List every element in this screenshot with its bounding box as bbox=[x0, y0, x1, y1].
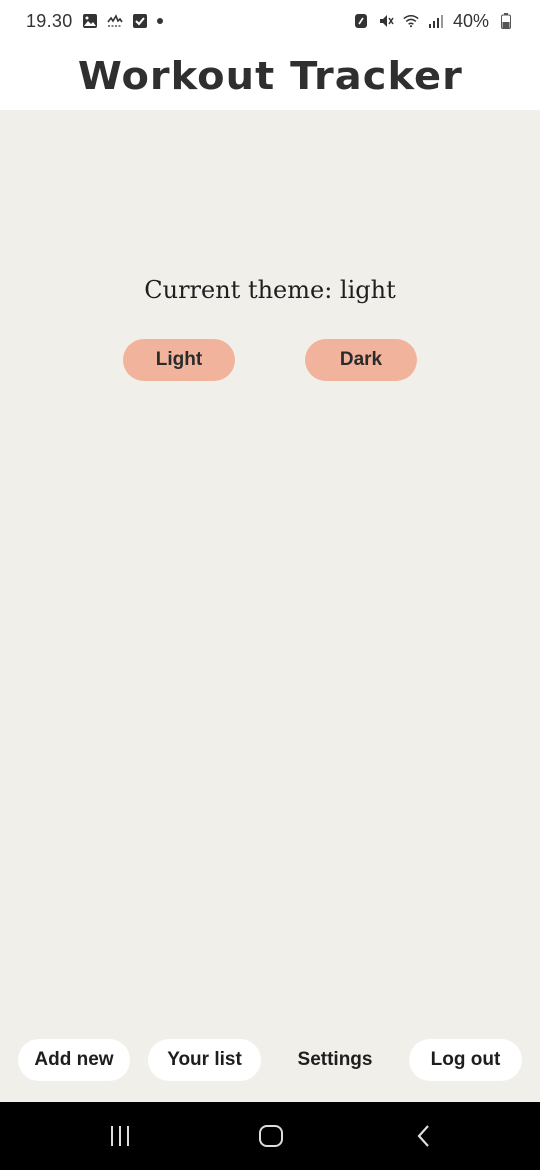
bottom-nav: Add new Your list Settings Log out bbox=[0, 1039, 540, 1082]
settings-page: Current theme: light Light Dark bbox=[0, 110, 540, 1102]
recent-apps-icon[interactable] bbox=[104, 1122, 136, 1150]
dark-theme-button[interactable]: Dark bbox=[305, 339, 417, 381]
current-theme-label: Current theme: light bbox=[144, 276, 396, 304]
image-icon bbox=[82, 13, 98, 29]
nfc-icon bbox=[353, 13, 369, 29]
app-header: Workout Tracker bbox=[0, 42, 540, 110]
notification-dot-icon bbox=[156, 18, 163, 24]
status-time: 19.30 bbox=[26, 10, 73, 31]
system-nav-bar bbox=[0, 1102, 540, 1170]
back-icon[interactable] bbox=[408, 1122, 440, 1150]
status-left: 19.30 bbox=[26, 11, 163, 32]
wave-icon bbox=[106, 13, 123, 29]
wifi-icon bbox=[403, 13, 419, 29]
your-list-button[interactable]: Your list bbox=[148, 1039, 261, 1081]
home-icon[interactable] bbox=[255, 1122, 287, 1150]
checkbox-icon bbox=[132, 13, 148, 29]
light-theme-button[interactable]: Light bbox=[123, 339, 235, 381]
log-out-button[interactable]: Log out bbox=[409, 1039, 522, 1081]
battery-percent: 40% bbox=[452, 10, 489, 31]
signal-icon bbox=[428, 13, 444, 29]
add-new-button[interactable]: Add new bbox=[18, 1039, 130, 1081]
status-bar: 19.30 40% bbox=[0, 0, 540, 42]
battery-icon bbox=[498, 13, 514, 29]
mute-icon bbox=[378, 13, 394, 29]
app-title: Workout Tracker bbox=[77, 54, 463, 98]
settings-button[interactable]: Settings bbox=[278, 1039, 392, 1081]
status-right: 40% bbox=[353, 11, 514, 32]
